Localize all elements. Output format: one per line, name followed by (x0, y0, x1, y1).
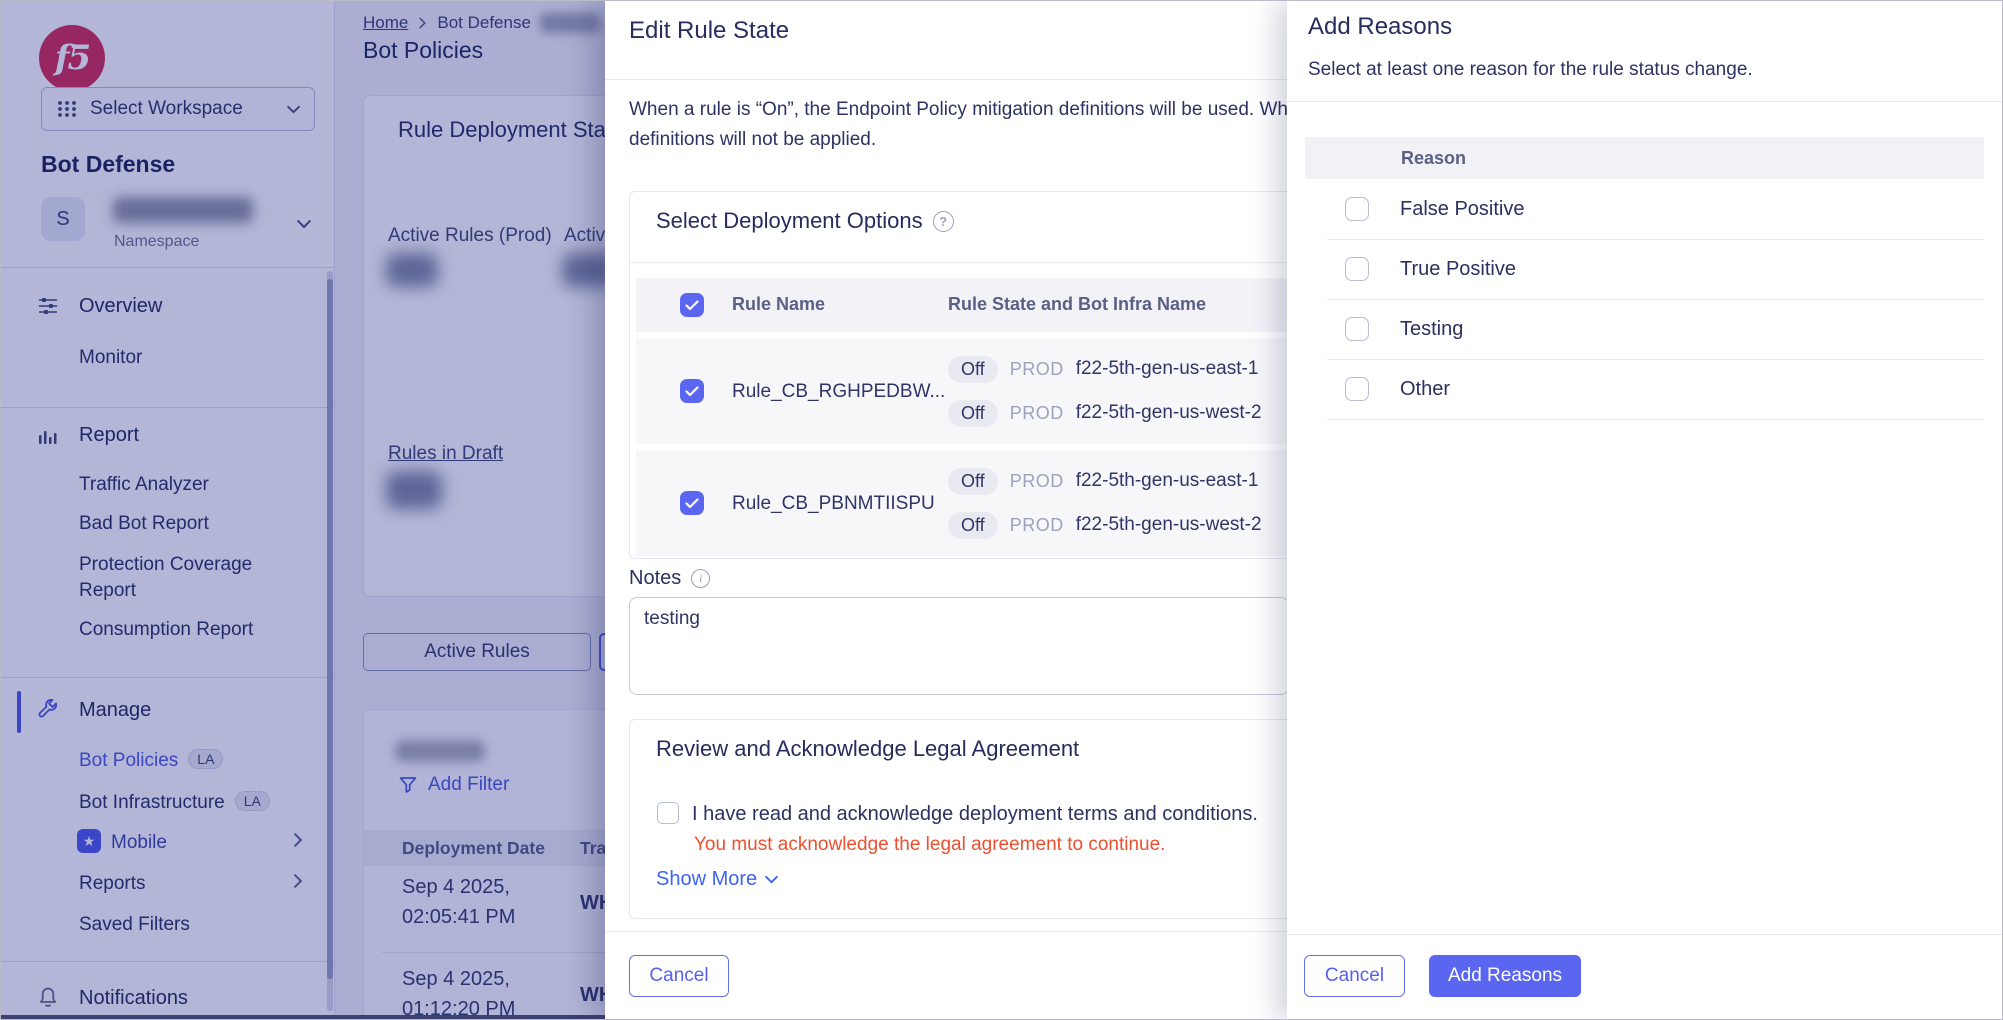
bot-infra-name: f22-5th-gen-us-west-2 (1076, 514, 1262, 536)
reason-checkbox-other[interactable] (1345, 377, 1369, 401)
divider (1287, 101, 2003, 102)
reason-checkbox-testing[interactable] (1345, 317, 1369, 341)
legal-checkbox-label: I have read and acknowledge deployment t… (692, 803, 1258, 826)
notes-textarea[interactable]: testing (629, 597, 1289, 695)
divider (1287, 934, 2003, 935)
rule-state-badge: Off (948, 468, 998, 495)
question-circle-icon[interactable]: ? (933, 211, 954, 232)
options-table-header: Rule Name Rule State and Bot Infra Name (636, 278, 1324, 332)
rule-state-badge: Off (948, 356, 998, 383)
legal-agreement-card: Review and Acknowledge Legal Agreement I… (629, 719, 1329, 919)
bot-infra-name: f22-5th-gen-us-east-1 (1076, 358, 1259, 380)
environment-label: PROD (1010, 515, 1064, 536)
divider (630, 262, 1330, 263)
reasons-table-header: Reason (1305, 137, 1984, 179)
legal-section-title: Review and Acknowledge Legal Agreement (656, 736, 1079, 762)
select-deployment-options-card: Select Deployment Options ? Rule Name Ru… (629, 191, 1329, 559)
reason-row: Testing (1305, 299, 1984, 359)
options-title-label: Select Deployment Options (656, 208, 923, 234)
rule-checkbox[interactable] (680, 379, 704, 403)
environment-label: PROD (1010, 403, 1064, 424)
chevron-down-icon (765, 875, 778, 884)
drawer-title: Add Reasons (1308, 13, 1452, 41)
add-reasons-drawer: Add Reasons Select at least one reason f… (1287, 1, 2003, 1020)
reason-checkbox-true-positive[interactable] (1345, 257, 1369, 281)
info-circle-icon[interactable]: i (691, 569, 710, 588)
rule-row: Rule_CB_PBNMTIISPU Off PROD f22-5th-gen-… (636, 450, 1324, 556)
show-more-link[interactable]: Show More (656, 868, 778, 891)
column-rule-state: Rule State and Bot Infra Name (948, 294, 1206, 315)
rule-name: Rule_CB_RGHPEDBW... (732, 381, 945, 403)
modal-description: When a rule is “On”, the Endpoint Policy… (629, 95, 1299, 155)
reason-label: True Positive (1400, 258, 1516, 281)
description-line-2: definitions will not be applied. (629, 125, 1299, 155)
divider (1327, 419, 1984, 420)
modal-title: Edit Rule State (629, 17, 789, 45)
reason-label: Other (1400, 378, 1450, 401)
reason-label: Testing (1400, 318, 1463, 341)
column-reason: Reason (1401, 148, 1466, 169)
edit-rule-state-modal: Edit Rule State When a rule is “On”, the… (605, 1, 1287, 1020)
rule-row: Rule_CB_RGHPEDBW... Off PROD f22-5th-gen… (636, 338, 1324, 444)
legal-agreement-checkbox[interactable] (657, 802, 679, 824)
bot-infra-name: f22-5th-gen-us-east-1 (1076, 470, 1259, 492)
rule-checkbox[interactable] (680, 491, 704, 515)
notes-label: Notes (629, 567, 681, 590)
rule-state-badge: Off (948, 512, 998, 539)
app-window: f5 Select Workspace Bot Defense S Namesp… (0, 0, 2003, 1020)
drawer-subtitle: Select at least one reason for the rule … (1308, 59, 1753, 81)
environment-label: PROD (1010, 359, 1064, 380)
options-section-title: Select Deployment Options ? (656, 208, 954, 234)
legal-error-message: You must acknowledge the legal agreement… (694, 834, 1165, 856)
bot-infra-name: f22-5th-gen-us-west-2 (1076, 402, 1262, 424)
reason-label: False Positive (1400, 198, 1525, 221)
cancel-button[interactable]: Cancel (629, 955, 729, 997)
select-all-checkbox[interactable] (680, 293, 704, 317)
notes-label-row: Notes i (629, 567, 710, 590)
description-line-1: When a rule is “On”, the Endpoint Policy… (629, 95, 1299, 125)
rule-state-badge: Off (948, 400, 998, 427)
reason-row: Other (1305, 359, 1984, 419)
add-reasons-submit-button[interactable]: Add Reasons (1429, 955, 1581, 997)
rule-name: Rule_CB_PBNMTIISPU (732, 493, 935, 515)
environment-label: PROD (1010, 471, 1064, 492)
column-rule-name: Rule Name (732, 294, 825, 315)
reason-row: True Positive (1305, 239, 1984, 299)
reason-row: False Positive (1305, 179, 1984, 239)
show-more-label: Show More (656, 868, 757, 891)
reason-checkbox-false-positive[interactable] (1345, 197, 1369, 221)
drawer-cancel-button[interactable]: Cancel (1304, 955, 1405, 997)
dim-overlay[interactable] (1, 1, 605, 1020)
